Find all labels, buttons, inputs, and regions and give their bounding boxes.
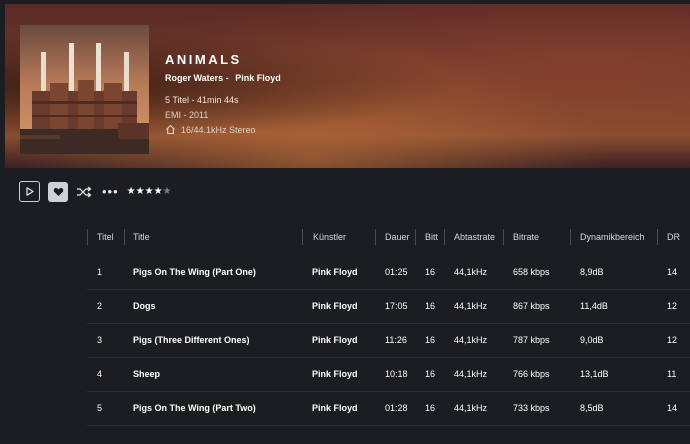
track-duration: 10:18 <box>385 369 408 379</box>
column-header-duration[interactable]: Dauer <box>385 228 410 247</box>
column-header-dr[interactable]: DR <box>667 228 680 247</box>
column-separator[interactable] <box>570 229 571 245</box>
track-dr: 14 <box>667 403 678 413</box>
track-dr: 14 <box>667 267 678 277</box>
shuffle-icon <box>77 186 92 197</box>
column-separator[interactable] <box>124 229 125 245</box>
column-header-sample-rate[interactable]: Abtastrate <box>454 228 495 247</box>
track-title: Dogs <box>133 301 156 311</box>
track-bit-depth: 16 <box>425 403 436 413</box>
track-number: 3 <box>97 335 103 345</box>
track-row[interactable]: 3 Pigs (Three Different Ones) Pink Floyd… <box>87 324 690 358</box>
star-filled-icon[interactable]: ★ <box>145 186 154 197</box>
star-empty-icon[interactable]: ★ <box>163 186 172 197</box>
artist-link-roger-waters[interactable]: Roger Waters - <box>165 73 229 83</box>
more-options-button[interactable]: ••• <box>102 185 119 198</box>
shuffle-button[interactable] <box>76 184 94 200</box>
track-bit-depth: 16 <box>425 369 436 379</box>
column-header-track[interactable]: Titel <box>97 228 114 247</box>
column-header-dynamic-range[interactable]: Dynamikbereich <box>580 228 645 247</box>
track-dynamic-range: 8,9dB <box>580 267 604 277</box>
track-sample-rate: 44,1kHz <box>454 301 488 311</box>
track-bitrate: 867 kbps <box>513 301 550 311</box>
star-filled-icon[interactable]: ★ <box>154 186 163 197</box>
track-number: 4 <box>97 369 103 379</box>
album-summary: 5 Titel - 41min 44s <box>165 95 239 105</box>
column-header-artist[interactable]: Künstler <box>313 228 346 247</box>
column-separator[interactable] <box>503 229 504 245</box>
album-quality: 16/44.1kHz Stereo <box>165 124 256 135</box>
album-cover-image[interactable] <box>20 25 149 154</box>
track-bitrate: 787 kbps <box>513 335 550 345</box>
track-sample-rate: 44,1kHz <box>454 403 488 413</box>
album-controls: ••• ★ ★ ★ ★ ★ <box>19 181 172 202</box>
track-dynamic-range: 8,5dB <box>580 403 604 413</box>
track-artist[interactable]: Pink Floyd <box>312 256 358 289</box>
track-bitrate: 766 kbps <box>513 369 550 379</box>
track-sample-rate: 44,1kHz <box>454 369 488 379</box>
track-bitrate: 658 kbps <box>513 267 550 277</box>
album-title: ANIMALS <box>165 52 242 67</box>
track-artist[interactable]: Pink Floyd <box>312 290 358 323</box>
more-icon: ••• <box>102 184 119 199</box>
track-duration: 01:28 <box>385 403 408 413</box>
track-sample-rate: 44,1kHz <box>454 335 488 345</box>
favorite-button[interactable] <box>48 181 68 202</box>
track-row[interactable]: 5 Pigs On The Wing (Part Two) Pink Floyd… <box>87 392 690 426</box>
track-bit-depth: 16 <box>425 301 436 311</box>
track-title: Pigs (Three Different Ones) <box>133 335 250 345</box>
track-table-header: Titel Title Künstler Dauer Bitt Abtastra… <box>0 228 690 247</box>
track-row[interactable]: 4 Sheep Pink Floyd 10:18 16 44,1kHz 766 … <box>87 358 690 392</box>
track-dr: 12 <box>667 335 678 345</box>
track-number: 1 <box>97 267 103 277</box>
star-filled-icon[interactable]: ★ <box>127 186 136 197</box>
artist-link-pink-floyd[interactable]: Pink Floyd <box>235 73 281 83</box>
track-bitrate: 733 kbps <box>513 403 550 413</box>
album-artists: Roger Waters - Pink Floyd <box>165 73 285 83</box>
track-bit-depth: 16 <box>425 335 436 345</box>
track-duration: 11:26 <box>385 335 407 345</box>
track-number: 2 <box>97 301 103 311</box>
track-bit-depth: 16 <box>425 267 436 277</box>
track-title: Pigs On The Wing (Part Two) <box>133 403 256 413</box>
column-separator[interactable] <box>87 229 88 245</box>
column-separator[interactable] <box>657 229 658 245</box>
track-dynamic-range: 13,1dB <box>580 369 609 379</box>
play-button[interactable] <box>19 181 40 202</box>
column-header-title[interactable]: Title <box>133 228 150 247</box>
album-label-year: EMI - 2011 <box>165 110 209 120</box>
track-artist[interactable]: Pink Floyd <box>312 324 358 357</box>
track-duration: 01:25 <box>385 267 408 277</box>
track-title: Sheep <box>133 369 161 379</box>
album-cover-art <box>20 25 149 154</box>
home-icon <box>166 124 175 135</box>
rating-stars[interactable]: ★ ★ ★ ★ ★ <box>127 186 172 197</box>
star-filled-icon[interactable]: ★ <box>136 186 145 197</box>
column-separator[interactable] <box>302 229 303 245</box>
track-row[interactable]: 1 Pigs On The Wing (Part One) Pink Floyd… <box>87 256 690 290</box>
track-number: 5 <box>97 403 103 413</box>
track-title: Pigs On The Wing (Part One) <box>133 267 256 277</box>
track-dr: 11 <box>667 369 677 379</box>
track-dr: 12 <box>667 301 678 311</box>
track-sample-rate: 44,1kHz <box>454 267 488 277</box>
track-artist[interactable]: Pink Floyd <box>312 358 358 391</box>
column-header-bit[interactable]: Bitt <box>425 228 438 247</box>
track-dynamic-range: 9,0dB <box>580 335 604 345</box>
track-artist[interactable]: Pink Floyd <box>312 392 358 425</box>
column-header-bitrate[interactable]: Bitrate <box>513 228 539 247</box>
track-row[interactable]: 2 Dogs Pink Floyd 17:05 16 44,1kHz 867 k… <box>87 290 690 324</box>
column-separator[interactable] <box>375 229 376 245</box>
track-dynamic-range: 11,4dB <box>580 301 608 311</box>
heart-icon <box>53 187 63 196</box>
play-icon <box>25 187 34 196</box>
column-separator[interactable] <box>415 229 416 245</box>
album-quality-text: 16/44.1kHz Stereo <box>181 124 256 135</box>
column-separator[interactable] <box>444 229 445 245</box>
track-duration: 17:05 <box>385 301 408 311</box>
